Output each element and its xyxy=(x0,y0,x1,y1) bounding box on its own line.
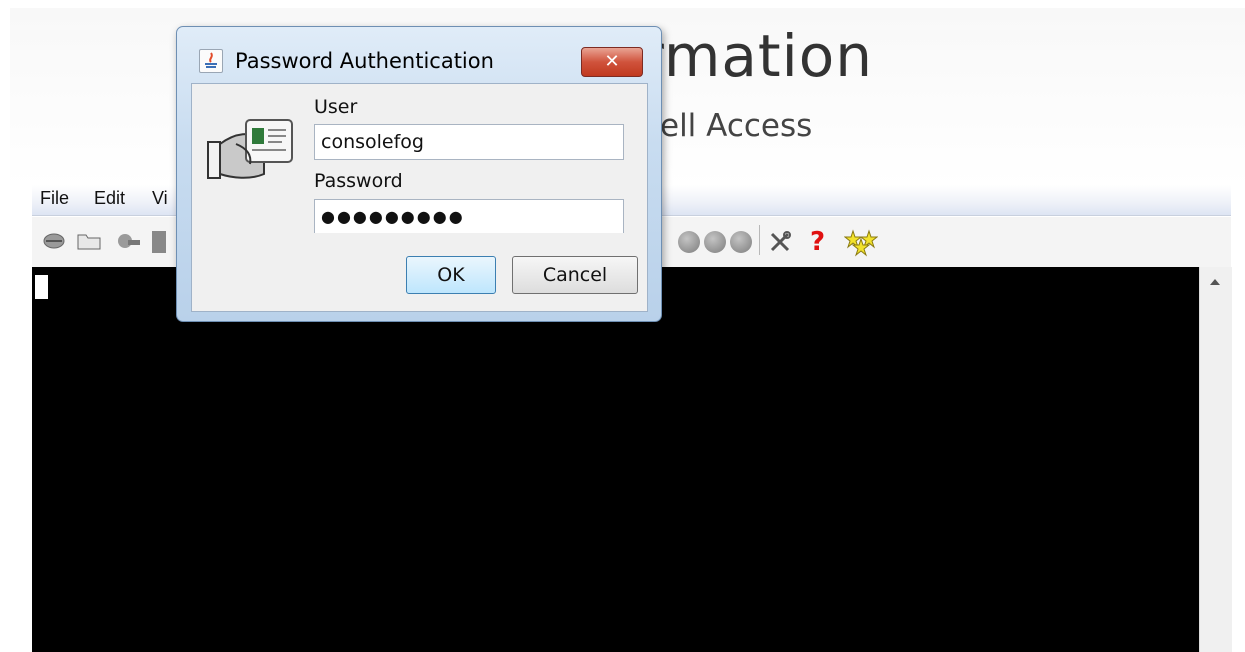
page-title: rmation xyxy=(640,22,873,90)
menu-edit[interactable]: Edit xyxy=(94,188,125,209)
password-field[interactable]: ●●●●●●●●● xyxy=(314,199,624,233)
user-field[interactable] xyxy=(314,124,624,160)
connect-icon[interactable] xyxy=(42,232,66,250)
terminal-screen[interactable] xyxy=(32,267,1199,652)
dialog-body: User Password ●●●●●●●●● OK Cancel xyxy=(191,83,648,312)
stars-icon[interactable] xyxy=(844,229,878,257)
dialog-title: Password Authentication xyxy=(235,49,494,73)
record-icon[interactable] xyxy=(678,231,700,253)
user-label: User xyxy=(314,96,358,118)
terminal-cursor xyxy=(35,275,48,299)
scroll-up-arrow-icon[interactable] xyxy=(1210,279,1220,285)
menu-view[interactable]: Vi xyxy=(152,188,168,209)
close-button[interactable]: ✕ xyxy=(581,47,643,77)
page-subtitle: ell Access xyxy=(660,108,813,144)
key-icon[interactable] xyxy=(116,232,142,252)
record-icon[interactable] xyxy=(730,231,752,253)
save-icon[interactable] xyxy=(152,231,166,253)
toolbar-separator xyxy=(759,225,760,255)
password-label: Password xyxy=(314,170,403,192)
id-card-hand-icon xyxy=(207,119,293,179)
terminal-scrollbar[interactable] xyxy=(1199,267,1232,652)
menu-file[interactable]: File xyxy=(40,188,69,209)
record-icon[interactable] xyxy=(704,231,726,253)
password-authentication-dialog: Password Authentication ✕ User Password … xyxy=(176,26,662,322)
ok-button[interactable]: OK xyxy=(406,256,496,294)
cancel-button[interactable]: Cancel xyxy=(512,256,638,294)
tools-icon[interactable] xyxy=(768,230,792,254)
java-app-icon xyxy=(199,49,223,73)
help-icon[interactable]: ? xyxy=(810,227,825,257)
open-folder-icon[interactable] xyxy=(76,231,104,251)
